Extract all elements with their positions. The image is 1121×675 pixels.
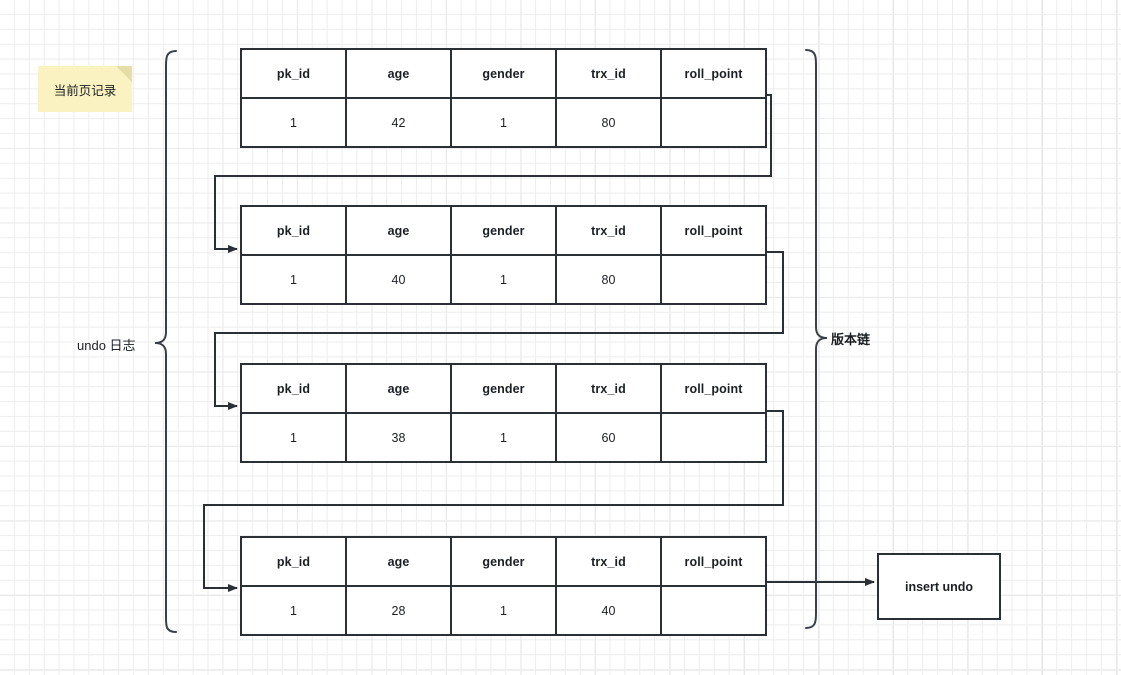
cell-age: 38 [345,412,452,463]
label-undo-log: undo 日志 [77,338,136,353]
table-row: pk_id age gender trx_id roll_point [240,536,767,587]
column-header-trx_id: trx_id [555,205,662,256]
sticky-note-label: 当前页记录 [53,83,117,98]
column-header-gender: gender [450,536,557,587]
right-brace [805,49,828,629]
cell-pk_id: 1 [240,254,347,305]
cell-pk_id: 1 [240,97,347,148]
cell-trx_id: 80 [555,97,662,148]
record-table-current-page-record: pk_id age gender trx_id roll_point 1 42 … [240,48,767,148]
cell-pk_id: 1 [240,412,347,463]
column-header-age: age [345,536,452,587]
cell-gender: 1 [450,412,557,463]
cell-roll_point [660,97,767,148]
column-header-gender: gender [450,363,557,414]
cell-roll_point [660,254,767,305]
column-header-gender: gender [450,48,557,99]
column-header-age: age [345,205,452,256]
insert-undo-label: insert undo [904,579,974,594]
record-table-undo-record-1: pk_id age gender trx_id roll_point 1 40 … [240,205,767,305]
cell-age: 42 [345,97,452,148]
column-header-pk_id: pk_id [240,205,347,256]
column-header-trx_id: trx_id [555,48,662,99]
column-header-pk_id: pk_id [240,48,347,99]
sticky-note-fold-icon [116,66,132,82]
column-header-roll_point: roll_point [660,363,767,414]
diagram-canvas: 当前页记录 undo 日志 版本链 pk_id age gender trx_i… [0,0,1121,675]
table-row: pk_id age gender trx_id roll_point [240,363,767,414]
cell-gender: 1 [450,585,557,636]
cell-roll_point [660,585,767,636]
cell-age: 40 [345,254,452,305]
cell-trx_id: 80 [555,254,662,305]
table-row: pk_id age gender trx_id roll_point [240,48,767,99]
table-row: 1 28 1 40 [240,585,767,636]
insert-undo-box: insert undo [877,553,1001,620]
column-header-trx_id: trx_id [555,363,662,414]
cell-pk_id: 1 [240,585,347,636]
column-header-roll_point: roll_point [660,48,767,99]
table-row: 1 42 1 80 [240,97,767,148]
table-row: 1 40 1 80 [240,254,767,305]
table-row: 1 38 1 60 [240,412,767,463]
column-header-gender: gender [450,205,557,256]
record-table-undo-record-3: pk_id age gender trx_id roll_point 1 28 … [240,536,767,636]
cell-gender: 1 [450,254,557,305]
column-header-roll_point: roll_point [660,536,767,587]
column-header-age: age [345,363,452,414]
table-row: pk_id age gender trx_id roll_point [240,205,767,256]
cell-trx_id: 60 [555,412,662,463]
label-version-chain: 版本链 [831,332,871,347]
column-header-trx_id: trx_id [555,536,662,587]
column-header-pk_id: pk_id [240,363,347,414]
cell-trx_id: 40 [555,585,662,636]
cell-age: 28 [345,585,452,636]
column-header-pk_id: pk_id [240,536,347,587]
column-header-age: age [345,48,452,99]
sticky-note-current-page-record[interactable]: 当前页记录 [38,66,132,112]
cell-roll_point [660,412,767,463]
cell-gender: 1 [450,97,557,148]
column-header-roll_point: roll_point [660,205,767,256]
record-table-undo-record-2: pk_id age gender trx_id roll_point 1 38 … [240,363,767,463]
left-brace [154,50,177,633]
